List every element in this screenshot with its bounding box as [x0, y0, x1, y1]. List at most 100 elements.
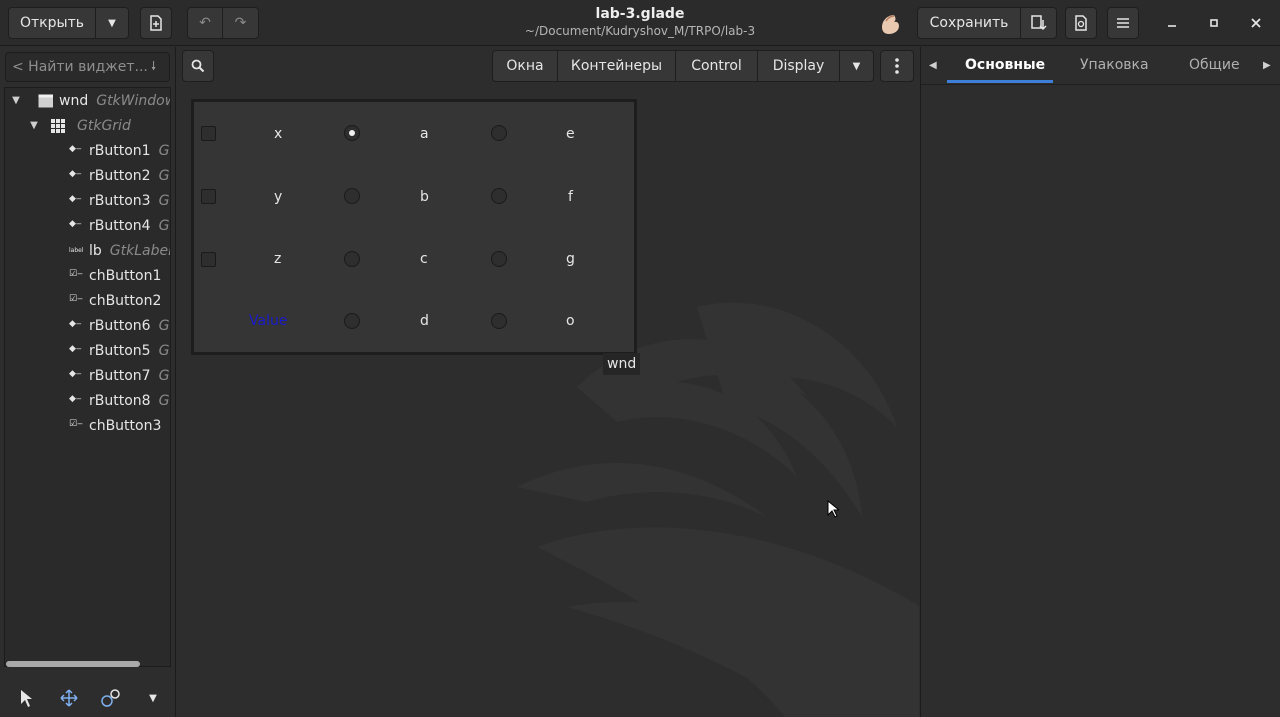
radio-button-f[interactable]	[491, 188, 507, 204]
open-button-group: Открыть ▼	[8, 7, 129, 39]
tree-item-class: G	[158, 142, 170, 159]
tree-item-rbutton7[interactable]: ◆‒ rButton7 G	[69, 363, 170, 388]
undo-button[interactable]: ↶	[187, 7, 223, 39]
palette-display-button[interactable]: Display	[758, 50, 840, 82]
palette-toolbar: Окна Контейнеры Control Display ▼	[177, 47, 919, 87]
radio-label-f: f	[568, 189, 573, 205]
tree-item-rbutton2[interactable]: ◆‒ rButton2 G	[69, 163, 170, 188]
design-canvas[interactable]: x a e y b f z c g Value d o wnd	[177, 87, 919, 717]
tree-item-chbutton1[interactable]: ☑‒ chButton1	[69, 263, 170, 288]
preview-button[interactable]	[1065, 7, 1097, 39]
margin-edit-mode-button[interactable]	[98, 685, 124, 711]
redo-icon: ↷	[234, 15, 247, 31]
check-button-z[interactable]	[201, 252, 216, 267]
drag-resize-mode-button[interactable]	[56, 685, 82, 711]
window-icon	[38, 94, 53, 107]
save-as-icon	[1030, 15, 1047, 31]
expander-open-icon[interactable]: ▼	[27, 120, 41, 131]
properties-pane: ◀ Основные Упаковка Общие ▶	[920, 47, 1280, 717]
expander-open-icon[interactable]: ▼	[9, 95, 23, 106]
close-button[interactable]	[1241, 8, 1271, 38]
palette-more-dropdown[interactable]: ▼	[840, 50, 874, 82]
mouse-cursor-icon	[827, 500, 839, 518]
open-recent-dropdown[interactable]: ▼	[96, 7, 129, 39]
tree-item-name: rButton4	[89, 217, 151, 234]
tree-horizontal-scrollbar[interactable]	[6, 661, 140, 667]
radio-button-c[interactable]	[344, 251, 360, 267]
tree-item-name: rButton3	[89, 192, 151, 209]
palette-containers-button[interactable]: Контейнеры	[558, 50, 676, 82]
tree-item-wnd[interactable]: ▼ wnd GtkWindow	[9, 88, 171, 113]
tree-item-class: GtkWindow	[96, 92, 171, 109]
check-button-x[interactable]	[201, 126, 216, 141]
radio-button-d[interactable]	[344, 313, 360, 329]
save-as-button[interactable]	[1021, 7, 1057, 39]
save-button[interactable]: Сохранить	[917, 7, 1021, 39]
radio-label-e: e	[566, 126, 575, 142]
align-edit-icon	[101, 689, 120, 707]
new-document-icon	[150, 15, 162, 31]
radio-button-a[interactable]	[344, 125, 360, 141]
radio-button-g[interactable]	[491, 251, 507, 267]
palette-categories: Окна Контейнеры Control Display ▼	[492, 50, 874, 82]
main-menu-button[interactable]	[1107, 7, 1139, 39]
tree-item-rbutton6[interactable]: ◆‒ rButton6 G	[69, 313, 170, 338]
tree-item-name: rButton1	[89, 142, 151, 159]
tree-item-class: G	[158, 367, 170, 384]
palette-overflow-button[interactable]	[880, 50, 914, 82]
radio-button-icon: ◆‒	[69, 343, 82, 354]
arrow-down-icon[interactable]: 🠗	[151, 57, 169, 78]
tab-general[interactable]: Основные	[965, 47, 1045, 83]
tree-item-gtkgrid[interactable]: ▼ GtkGrid	[27, 113, 170, 138]
minimize-button[interactable]	[1157, 8, 1187, 38]
radio-label-d: d	[420, 313, 429, 329]
radio-label-c: c	[420, 251, 428, 267]
tree-item-chbutton2[interactable]: ☑‒ chButton2	[69, 288, 170, 313]
tab-common[interactable]: Общие	[1189, 47, 1240, 83]
new-project-button[interactable]	[140, 7, 172, 39]
palette-search-button[interactable]	[182, 50, 214, 82]
maximize-icon	[1210, 19, 1218, 27]
check-label-x: x	[274, 126, 283, 142]
radio-button-b[interactable]	[344, 188, 360, 204]
more-vertical-icon	[895, 58, 899, 74]
tree-item-class: G	[158, 392, 170, 409]
open-button[interactable]: Открыть	[8, 7, 96, 39]
tree-item-name: rButton6	[89, 317, 151, 334]
widget-tree-pane: < Найти виджет... 🠗 ▼ wnd GtkWindow ▼ Gt…	[0, 47, 176, 717]
tree-item-name: rButton5	[89, 342, 151, 359]
check-button-y[interactable]	[201, 189, 216, 204]
palette-windows-button[interactable]: Окна	[492, 50, 558, 82]
tree-item-chbutton3[interactable]: ☑‒ chButton3	[69, 413, 170, 438]
tree-item-rbutton4[interactable]: ◆‒ rButton4 G	[69, 213, 170, 238]
check-button-icon: ☑‒	[69, 268, 83, 279]
more-modes-dropdown[interactable]: ▼	[140, 685, 166, 711]
chevron-right-icon: ▶	[1263, 59, 1271, 71]
minimize-icon	[1168, 25, 1176, 27]
radio-label-b: b	[420, 189, 429, 205]
window-preview[interactable]: x a e y b f z c g Value d o	[191, 99, 637, 355]
chevron-down-icon: ▼	[149, 692, 157, 704]
tree-item-rbutton1[interactable]: ◆‒ rButton1 G	[69, 138, 170, 163]
tabs-scroll-left-button[interactable]: ◀	[929, 47, 941, 83]
radio-button-o[interactable]	[491, 313, 507, 329]
tabs-scroll-right-button[interactable]: ▶	[1263, 47, 1275, 83]
tree-item-rbutton8[interactable]: ◆‒ rButton8 G	[69, 388, 170, 413]
radio-button-icon: ◆‒	[69, 218, 82, 229]
check-button-icon: ☑‒	[69, 418, 83, 429]
value-label: Value	[249, 313, 288, 329]
widget-search-input[interactable]: < Найти виджет... 🠗	[5, 52, 170, 82]
radio-button-e[interactable]	[491, 125, 507, 141]
chevron-down-icon: ▼	[852, 60, 861, 72]
tree-item-rbutton3[interactable]: ◆‒ rButton3 G	[69, 188, 170, 213]
select-mode-button[interactable]	[14, 685, 40, 711]
palette-control-button[interactable]: Control	[676, 50, 758, 82]
label-widget-icon: label	[69, 246, 84, 254]
undo-redo-group: ↶ ↷	[187, 7, 259, 39]
maximize-button[interactable]	[1199, 8, 1229, 38]
tree-item-rbutton5[interactable]: ◆‒ rButton5 G	[69, 338, 170, 363]
radio-label-g: g	[566, 251, 575, 267]
tree-item-lb[interactable]: label lb GtkLabel	[69, 238, 170, 263]
tab-packing[interactable]: Упаковка	[1080, 47, 1149, 83]
redo-button[interactable]: ↷	[223, 7, 259, 39]
